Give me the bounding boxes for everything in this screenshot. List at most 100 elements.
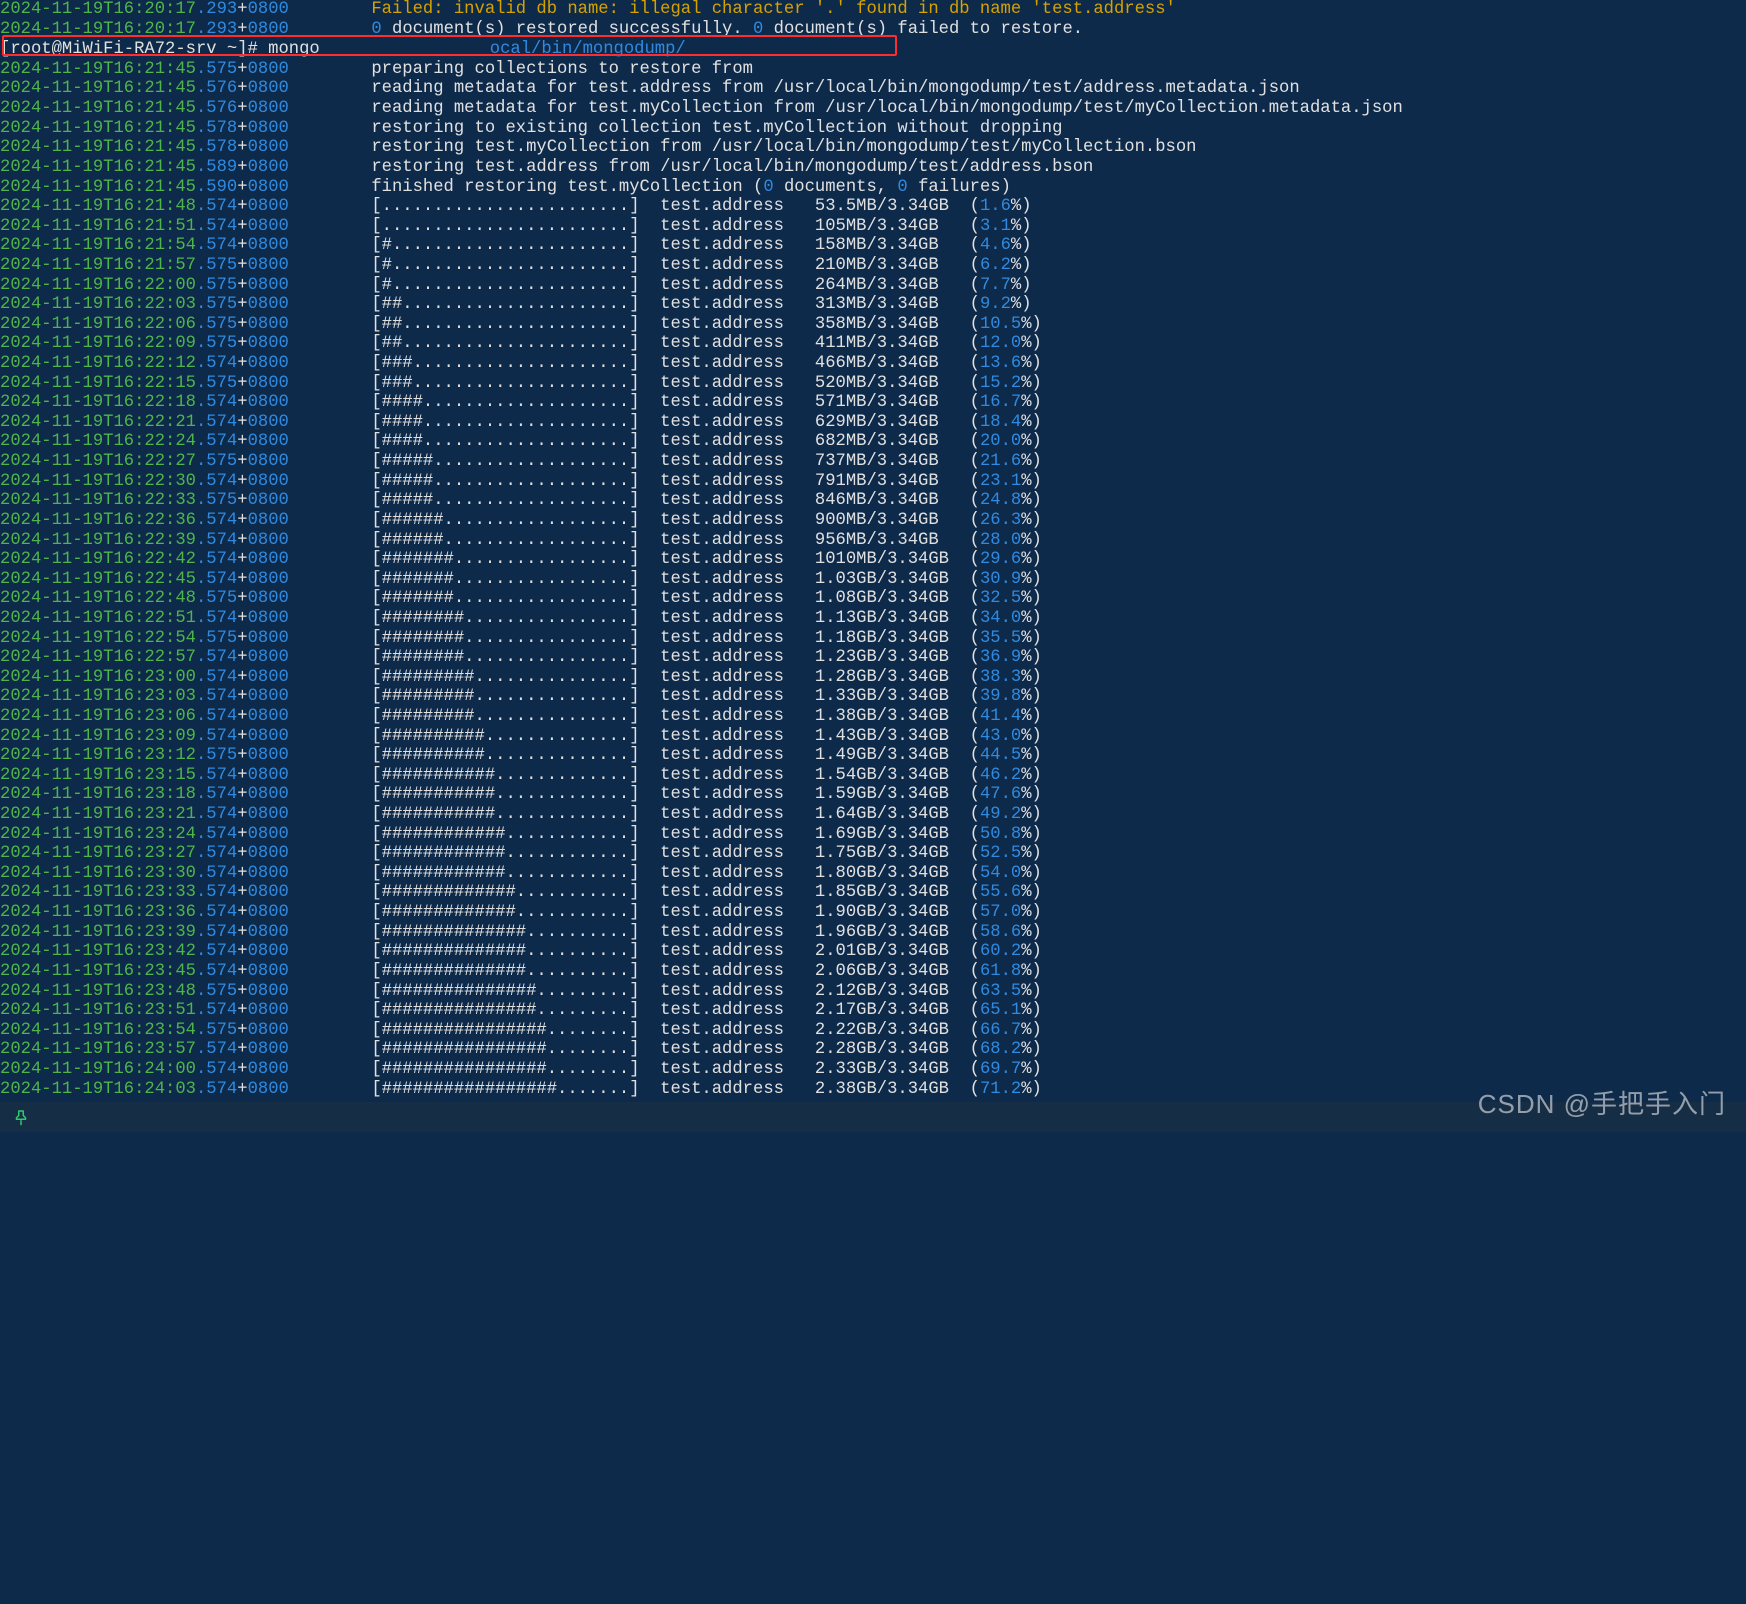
timestamp-tz: 0800 bbox=[248, 668, 289, 687]
progress-line: 2024-11-19T16:23:57.574+0800 [##########… bbox=[0, 1040, 1746, 1060]
command-path: ocal/bin/mongodump/ bbox=[490, 40, 686, 59]
transfer-size: 2.22GB/3.34GB bbox=[815, 1021, 970, 1040]
log-number: 0 bbox=[371, 20, 381, 39]
pct-open: ( bbox=[970, 236, 980, 255]
pct-close: %) bbox=[1021, 550, 1042, 569]
progress-line: 2024-11-19T16:22:54.575+0800 [########..… bbox=[0, 629, 1746, 649]
timestamp: 2024-11-19T16:22:15 bbox=[0, 374, 196, 393]
pct-close: %) bbox=[1021, 864, 1042, 883]
percent-value: 20.0 bbox=[980, 432, 1021, 451]
collection-name: test.address bbox=[660, 982, 815, 1001]
shell-prompt: [root@MiWiFi-RA72-srv ~]# bbox=[0, 40, 268, 59]
collection-name: test.address bbox=[660, 707, 815, 726]
progress-line: 2024-11-19T16:23:24.574+0800 [##########… bbox=[0, 825, 1746, 845]
timestamp-tz: 0800 bbox=[248, 864, 289, 883]
percent-value: 18.4 bbox=[980, 413, 1021, 432]
timestamp-ms: .578 bbox=[196, 138, 237, 157]
timestamp-ms: .574 bbox=[196, 903, 237, 922]
timestamp: 2024-11-19T16:22:06 bbox=[0, 315, 196, 334]
timestamp: 2024-11-19T16:23:36 bbox=[0, 903, 196, 922]
progress-line: 2024-11-19T16:23:30.574+0800 [##########… bbox=[0, 864, 1746, 884]
log-line: 2024-11-19T16:21:45.576+0800 reading met… bbox=[0, 79, 1746, 99]
timestamp-ms: .575 bbox=[196, 452, 237, 471]
percent-value: 58.6 bbox=[980, 923, 1021, 942]
transfer-size: 791MB/3.34GB bbox=[815, 472, 970, 491]
timestamp-plus: + bbox=[237, 942, 247, 961]
timestamp: 2024-11-19T16:22:42 bbox=[0, 550, 196, 569]
transfer-size: 1.90GB/3.34GB bbox=[815, 903, 970, 922]
collection-name: test.address bbox=[660, 864, 815, 883]
pin-icon[interactable] bbox=[12, 1108, 30, 1126]
timestamp-tz: 0800 bbox=[248, 1001, 289, 1020]
pct-open: ( bbox=[970, 432, 980, 451]
progress-line: 2024-11-19T16:23:39.574+0800 [##########… bbox=[0, 923, 1746, 943]
timestamp: 2024-11-19T16:22:18 bbox=[0, 393, 196, 412]
progress-bar: [################........] bbox=[371, 1040, 660, 1059]
progress-bar: [###.....................] bbox=[371, 374, 660, 393]
timestamp: 2024-11-19T16:22:36 bbox=[0, 511, 196, 530]
pct-open: ( bbox=[970, 413, 980, 432]
timestamp-ms: .575 bbox=[196, 589, 237, 608]
timestamp-ms: .589 bbox=[196, 158, 237, 177]
progress-line: 2024-11-19T16:22:03.575+0800 [##........… bbox=[0, 295, 1746, 315]
log-number: 0 bbox=[753, 20, 763, 39]
timestamp-tz: 0800 bbox=[248, 178, 289, 197]
pct-close: %) bbox=[1021, 413, 1042, 432]
timestamp-ms: .574 bbox=[196, 1001, 237, 1020]
timestamp-plus: + bbox=[237, 256, 247, 275]
percent-value: 39.8 bbox=[980, 687, 1021, 706]
pct-open: ( bbox=[970, 923, 980, 942]
percent-value: 6.2 bbox=[980, 256, 1011, 275]
pct-open: ( bbox=[970, 844, 980, 863]
log-message: restoring to existing collection test.my… bbox=[371, 119, 1062, 138]
timestamp: 2024-11-19T16:23:33 bbox=[0, 883, 196, 902]
progress-bar: [####....................] bbox=[371, 432, 660, 451]
timestamp-ms: .574 bbox=[196, 668, 237, 687]
pct-close: %) bbox=[1011, 256, 1032, 275]
progress-bar: [#.......................] bbox=[371, 276, 660, 295]
transfer-size: 1.38GB/3.34GB bbox=[815, 707, 970, 726]
command-prompt-line[interactable]: [root@MiWiFi-RA72-srv ~]# mongoocal/bin/… bbox=[0, 39, 1746, 60]
transfer-size: 682MB/3.34GB bbox=[815, 432, 970, 451]
pct-open: ( bbox=[970, 374, 980, 393]
progress-line: 2024-11-19T16:22:21.574+0800 [####......… bbox=[0, 413, 1746, 433]
timestamp-plus: + bbox=[237, 511, 247, 530]
pct-close: %) bbox=[1021, 452, 1042, 471]
timestamp-tz: 0800 bbox=[248, 707, 289, 726]
terminal-output[interactable]: 2024-11-19T16:20:17.293+0800 Failed: inv… bbox=[0, 0, 1746, 1099]
pct-close: %) bbox=[1021, 1040, 1042, 1059]
collection-name: test.address bbox=[660, 805, 815, 824]
collection-name: test.address bbox=[660, 825, 815, 844]
timestamp-ms: .574 bbox=[196, 785, 237, 804]
pct-close: %) bbox=[1021, 432, 1042, 451]
percent-value: 30.9 bbox=[980, 570, 1021, 589]
timestamp-tz: 0800 bbox=[248, 276, 289, 295]
timestamp-plus: + bbox=[237, 962, 247, 981]
timestamp-tz: 0800 bbox=[248, 923, 289, 942]
timestamp-tz: 0800 bbox=[248, 746, 289, 765]
progress-bar: [#.......................] bbox=[371, 236, 660, 255]
timestamp-plus: + bbox=[237, 393, 247, 412]
progress-bar: [####....................] bbox=[371, 413, 660, 432]
progress-bar: [#######.................] bbox=[371, 589, 660, 608]
progress-bar: [##########..............] bbox=[371, 727, 660, 746]
progress-bar: [#########...............] bbox=[371, 687, 660, 706]
pct-close: %) bbox=[1021, 707, 1042, 726]
collection-name: test.address bbox=[660, 413, 815, 432]
timestamp-tz: 0800 bbox=[248, 942, 289, 961]
log-message: restoring test.address from /usr/local/b… bbox=[371, 158, 1093, 177]
percent-value: 69.7 bbox=[980, 1060, 1021, 1079]
timestamp-ms: .575 bbox=[196, 982, 237, 1001]
timestamp-plus: + bbox=[237, 982, 247, 1001]
pct-close: %) bbox=[1021, 825, 1042, 844]
timestamp: 2024-11-19T16:23:27 bbox=[0, 844, 196, 863]
timestamp-tz: 0800 bbox=[248, 648, 289, 667]
timestamp-tz: 0800 bbox=[248, 138, 289, 157]
transfer-size: 105MB/3.34GB bbox=[815, 217, 970, 236]
log-number: 0 bbox=[897, 178, 907, 197]
progress-line: 2024-11-19T16:23:45.574+0800 [##########… bbox=[0, 962, 1746, 982]
collection-name: test.address bbox=[660, 609, 815, 628]
collection-name: test.address bbox=[660, 844, 815, 863]
timestamp-tz: 0800 bbox=[248, 766, 289, 785]
timestamp-tz: 0800 bbox=[248, 256, 289, 275]
